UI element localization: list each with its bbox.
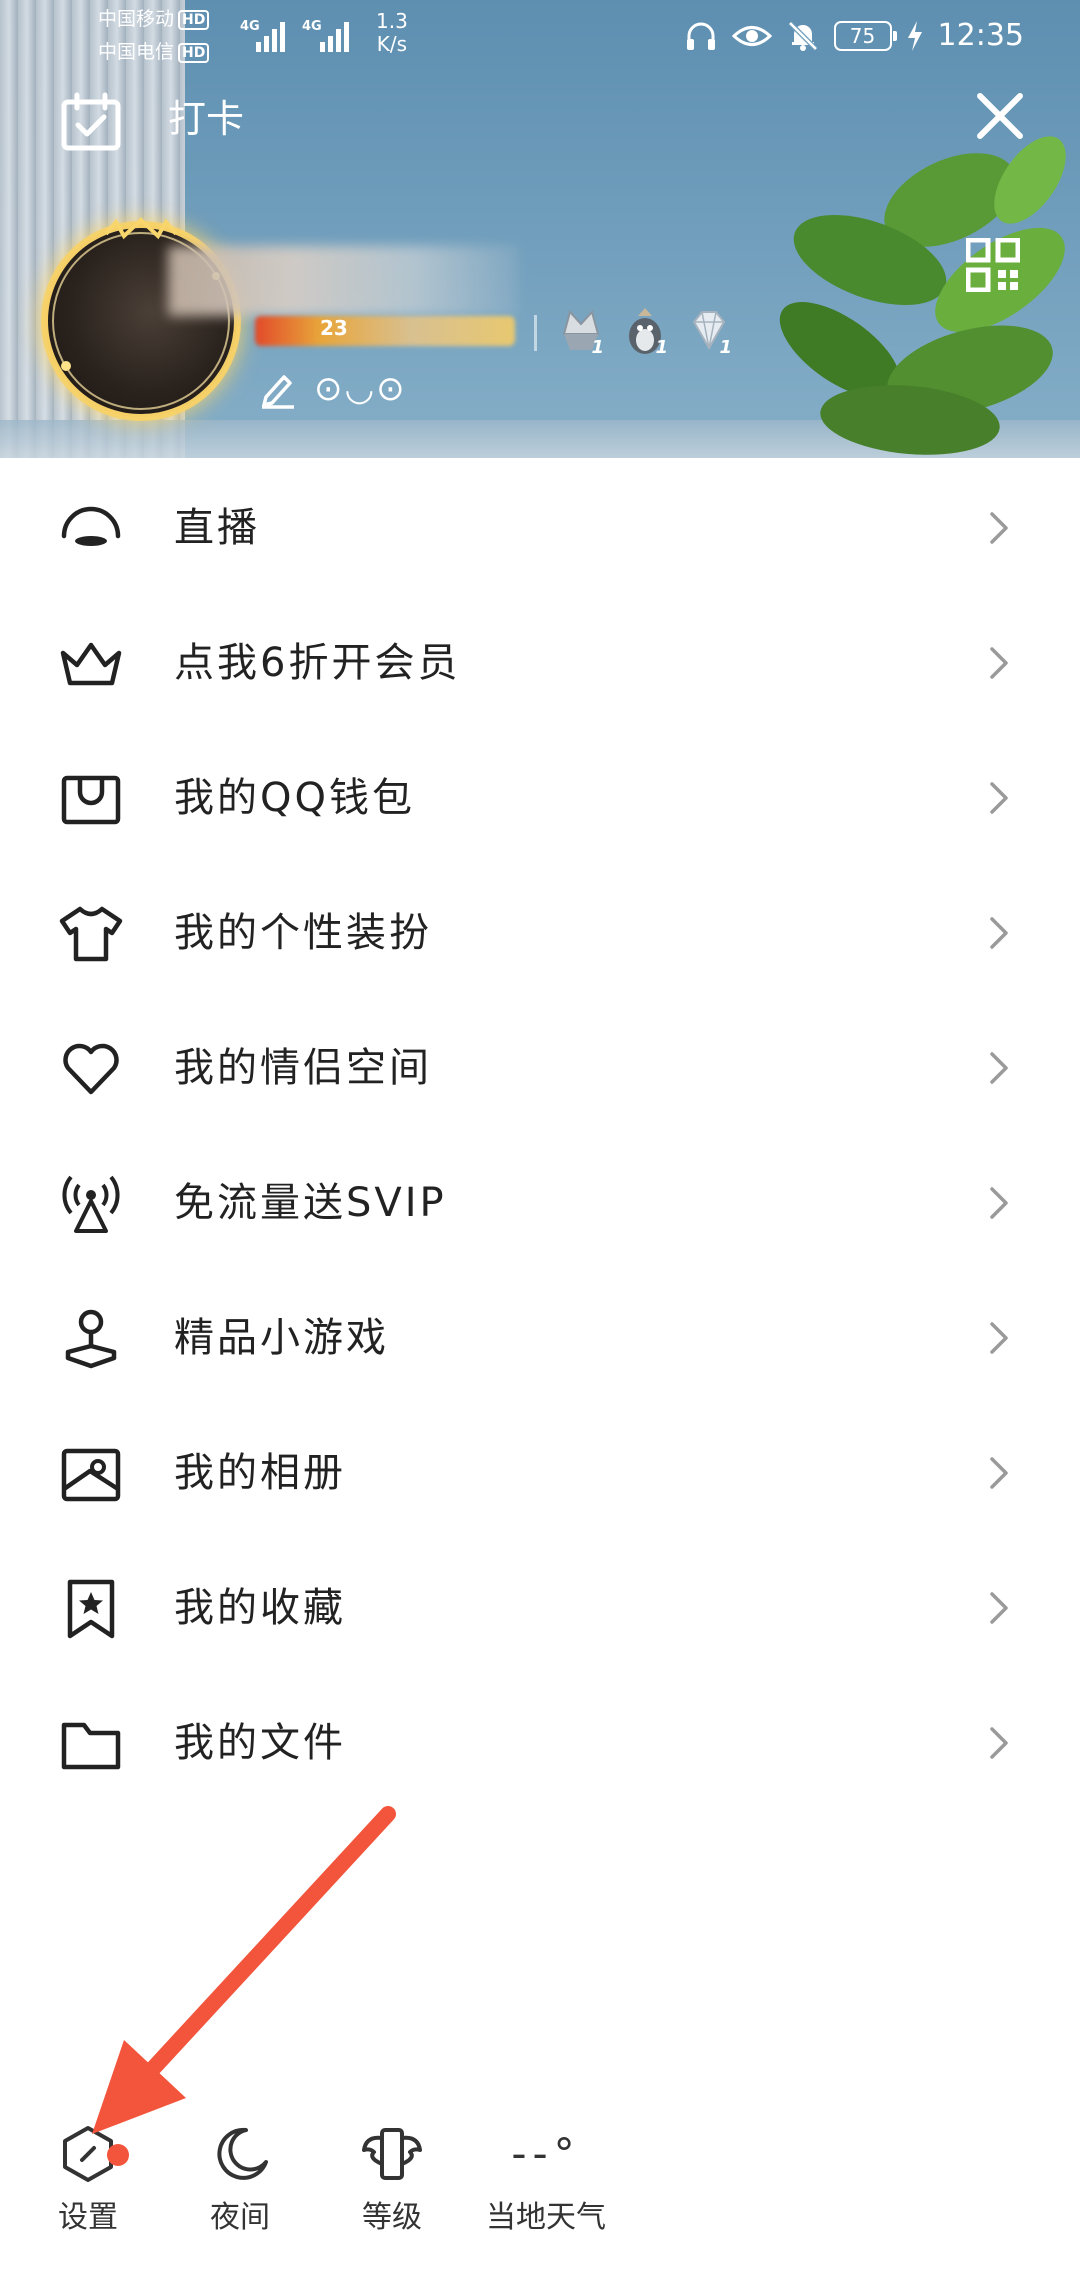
wallet-icon	[61, 775, 121, 825]
moon-icon	[217, 2127, 268, 2180]
badge-3-count: 1	[719, 337, 732, 358]
menu-item-label: 我的QQ钱包	[174, 775, 415, 821]
settings-label: 设置	[58, 2200, 118, 2235]
chevron-right-icon	[990, 1322, 1008, 1354]
menu-item-label: 精品小游戏	[174, 1315, 389, 1361]
weather-button[interactable]: --° 当地天气	[466, 2122, 626, 2262]
menu-item-album[interactable]: 我的相册	[0, 1405, 1080, 1540]
status-bar: 中国移动 HD 中国电信 HD 4G 4G 1.3 K/s 75 12:35	[0, 0, 1080, 72]
album-icon	[61, 1448, 121, 1502]
live-icon	[61, 506, 121, 546]
carrier-2: 中国电信 HD	[98, 41, 210, 63]
heart-icon	[63, 1043, 119, 1095]
qr-code-icon[interactable]	[966, 238, 1020, 292]
bottom-bar: 设置 夜间 等级 --° 当地天气	[0, 2100, 1080, 2280]
status-right-group: 75 12:35	[684, 14, 1024, 58]
folder-icon	[61, 1722, 121, 1770]
menu-item-files[interactable]: 我的文件	[0, 1675, 1080, 1810]
chevron-right-icon	[990, 1052, 1008, 1084]
level-label: 等级	[362, 2200, 422, 2235]
plant-decoration	[779, 136, 1066, 455]
menu-item-label: 免流量送SVIP	[174, 1180, 447, 1226]
calendar-check-icon[interactable]	[60, 92, 122, 152]
chevron-right-icon	[990, 1592, 1008, 1624]
weather-value: --°	[511, 2129, 581, 2178]
carrier-2-name: 中国电信	[98, 41, 175, 63]
edit-pencil-icon[interactable]	[258, 369, 298, 409]
chevron-right-icon	[990, 1187, 1008, 1219]
mute-bell-icon	[787, 21, 818, 51]
chevron-right-icon	[990, 1457, 1008, 1489]
chevron-right-icon	[990, 512, 1008, 544]
settings-button[interactable]: 设置	[8, 2122, 168, 2262]
signature-text: ⊙◡⊙	[314, 369, 407, 409]
hd-badge: HD	[178, 42, 210, 63]
profile-header: 中国移动 HD 中国电信 HD 4G 4G 1.3 K/s 75 12:35 打…	[0, 0, 1080, 458]
level-wings-icon	[362, 2128, 422, 2180]
level-number: 23	[320, 316, 348, 340]
carrier-1-name: 中国移动	[98, 8, 175, 30]
close-icon[interactable]	[970, 86, 1030, 146]
menu-item-favorites[interactable]: 我的收藏	[0, 1540, 1080, 1675]
menu-item-label: 我的收藏	[174, 1585, 346, 1631]
badge-3[interactable]: 1	[684, 304, 734, 358]
signal-tower-icon	[62, 1175, 120, 1233]
net-speed-unit: K/s	[376, 32, 408, 56]
menu-item-mini-games[interactable]: 精品小游戏	[0, 1270, 1080, 1405]
menu-item-theme[interactable]: 我的个性装扮	[0, 865, 1080, 1000]
menu-item-label: 我的个性装扮	[174, 910, 432, 956]
badge-divider	[534, 315, 537, 351]
headphones-icon	[686, 22, 715, 50]
signal-1-icon: 4G	[240, 19, 285, 52]
net-speed: 1.3 K/s	[376, 10, 408, 56]
charging-icon	[907, 21, 922, 51]
menu-item-label: 我的相册	[174, 1450, 346, 1496]
drawer-menu: 直播 点我6折开会员 我的QQ钱包 我的个性装扮 我的情侣空间 免流量送SVIP…	[0, 460, 1080, 1810]
menu-item-label: 点我6折开会员	[174, 640, 461, 686]
menu-item-label: 我的情侣空间	[174, 1045, 432, 1091]
battery-level: 75	[833, 21, 897, 51]
signal-2-icon: 4G	[302, 19, 349, 52]
night-label: 夜间	[210, 2200, 270, 2235]
svg-text:4G: 4G	[240, 19, 260, 34]
night-mode-button[interactable]: 夜间	[160, 2122, 320, 2262]
bookmark-star-icon	[67, 1579, 115, 1639]
weather-label: 当地天气	[486, 2200, 606, 2235]
vip-badge-strip	[255, 316, 515, 346]
signature-row[interactable]: ⊙◡⊙	[258, 366, 407, 412]
badge-2[interactable]: 1	[620, 304, 670, 358]
badge-1[interactable]: 1	[556, 304, 606, 358]
checkin-label[interactable]: 打卡	[168, 94, 244, 144]
menu-item-label: 我的文件	[174, 1720, 346, 1766]
menu-item-vip[interactable]: 点我6折开会员	[0, 595, 1080, 730]
menu-item-label: 直播	[174, 505, 260, 551]
level-button[interactable]: 等级	[312, 2122, 472, 2262]
joystick-icon	[65, 1309, 117, 1369]
menu-item-wallet[interactable]: 我的QQ钱包	[0, 730, 1080, 865]
badge-2-count: 1	[655, 337, 668, 358]
menu-item-free-data[interactable]: 免流量送SVIP	[0, 1135, 1080, 1270]
hd-badge: HD	[178, 9, 210, 30]
chevron-right-icon	[990, 1727, 1008, 1759]
badge-1-count: 1	[591, 337, 604, 358]
tshirt-icon	[59, 906, 123, 962]
crown-icon	[60, 642, 122, 686]
nickname-blurred	[168, 246, 518, 316]
menu-item-couple-space[interactable]: 我的情侣空间	[0, 1000, 1080, 1135]
chevron-right-icon	[990, 917, 1008, 949]
carrier-1: 中国移动 HD	[98, 8, 210, 30]
menu-item-live[interactable]: 直播	[0, 460, 1080, 595]
chevron-right-icon	[990, 647, 1008, 679]
status-clock: 12:35	[937, 18, 1024, 53]
notification-dot	[107, 2144, 129, 2166]
eye-comfort-icon	[731, 26, 772, 46]
chevron-right-icon	[990, 782, 1008, 814]
net-speed-value: 1.3	[376, 9, 408, 33]
svg-text:4G: 4G	[302, 19, 322, 34]
